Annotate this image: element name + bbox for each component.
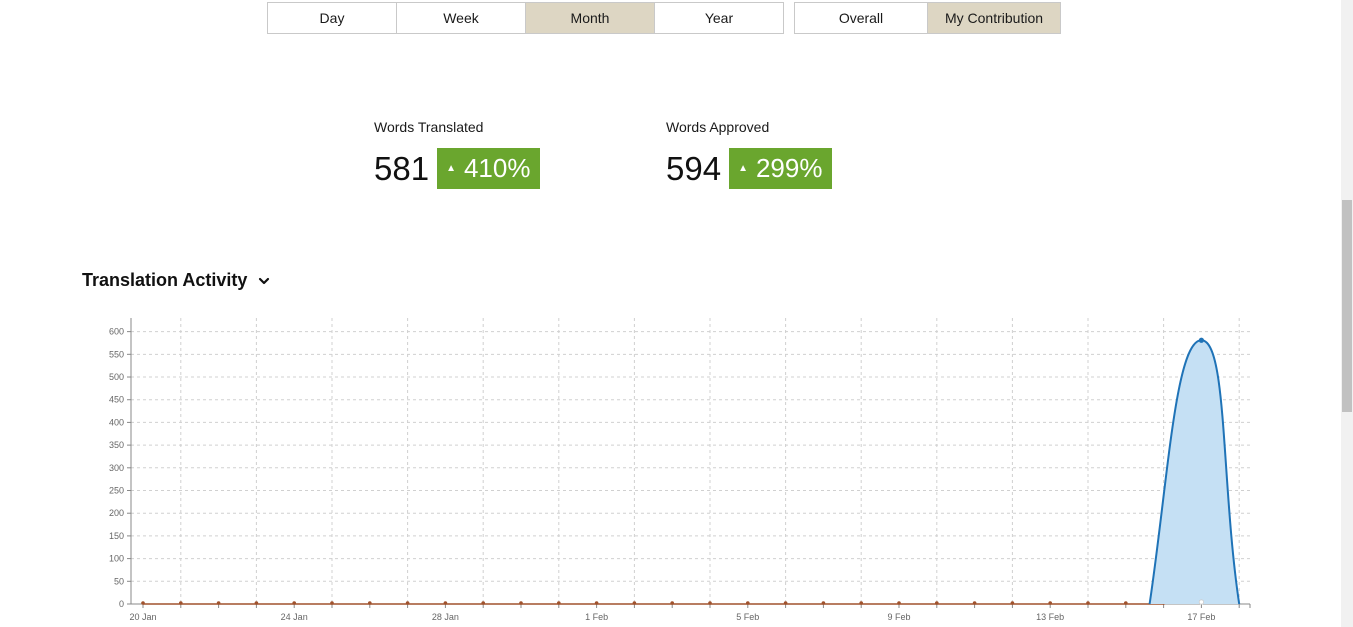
tab-week[interactable]: Week [397,3,526,33]
words-translated-change: 410% [463,153,531,183]
y-tick-label: 0 [119,599,124,609]
y-tick-label: 550 [109,349,124,359]
data-point [632,601,637,605]
y-tick-label: 500 [109,372,124,382]
data-point [368,601,372,605]
words-translated-row: 581 ▲ 410% [374,148,541,189]
words-approved-change: 299% [755,153,823,183]
y-tick-label: 150 [109,531,124,541]
scope-selector: Overall My Contribution [794,2,1061,34]
page: Day Week Month Year Overall My Contribut… [0,0,1353,627]
data-point-peak [1198,337,1204,343]
x-tick-label: 1 Feb [585,612,608,622]
data-point [859,601,863,605]
y-tick-label: 300 [109,463,124,473]
scrollbar-thumb[interactable] [1342,200,1352,412]
data-point [557,601,561,605]
data-point [254,601,259,605]
data-point [670,601,674,605]
words-approved-change-badge: ▲ 299% [729,148,833,189]
data-point [746,601,750,605]
data-point [897,601,901,605]
words-approved-label: Words Approved [666,119,770,135]
x-tick-label: 5 Feb [736,612,759,622]
x-tick-label: 24 Jan [281,612,308,622]
data-point [783,601,788,605]
data-point [330,601,334,605]
data-point [1124,601,1128,605]
data-point [1010,601,1015,605]
words-translated-value: 581 [374,150,430,187]
tab-my-contribution[interactable]: My Contribution [928,3,1060,33]
x-tick-label: 9 Feb [887,612,910,622]
x-tick-label: 20 Jan [129,612,156,622]
tab-month[interactable]: Month [526,3,655,33]
data-point [519,601,523,605]
y-tick-label: 200 [109,508,124,518]
data-point [972,601,977,605]
x-tick-label: 17 Feb [1187,612,1215,622]
data-point [821,601,826,605]
x-tick-label: 28 Jan [432,612,459,622]
y-tick-label: 400 [109,417,124,427]
tab-overall[interactable]: Overall [795,3,928,33]
y-tick-label: 50 [114,576,124,586]
y-tick-label: 450 [109,395,124,405]
chart-svg: 0 50 100 150 200 250 300 350 400 450 500 550 600 20 J… [109,318,1251,622]
data-point [179,601,183,605]
words-approved-stat: Words Approved 594 ▲ 299% [666,118,833,189]
translation-activity-chart: 0 50 100 150 200 250 300 350 400 450 500 550 600 20 J… [0,310,1300,627]
period-selector: Day Week Month Year [267,2,784,34]
section-title: Translation Activity [82,270,248,290]
y-tick-label: 350 [109,440,124,450]
trend-up-icon: ▲ [446,162,456,174]
data-point [708,601,712,605]
data-point [1198,599,1205,605]
words-translated-label: Words Translated [374,119,484,135]
data-point [216,601,221,605]
tab-year[interactable]: Year [655,3,783,33]
data-point [405,601,410,605]
words-translated-change-badge: ▲ 410% [437,148,541,189]
words-translated-stat: Words Translated 581 ▲ 410% [374,118,541,189]
data-point [292,601,297,605]
data-point [1086,601,1090,605]
y-tick-label: 600 [109,327,124,337]
data-point [443,601,448,605]
words-approved-value: 594 [666,150,722,187]
translation-activity-toggle[interactable]: Translation Activity [82,270,271,291]
y-tick-label: 250 [109,486,124,496]
data-point [594,601,599,605]
words-approved-row: 594 ▲ 299% [666,148,833,189]
vertical-scrollbar[interactable] [1341,0,1353,627]
data-point [481,601,486,605]
x-tick-label: 13 Feb [1036,612,1064,622]
tab-day[interactable]: Day [268,3,397,33]
trend-up-icon: ▲ [738,162,748,174]
y-tick-label: 100 [109,554,124,564]
data-point [935,601,939,605]
data-point [141,601,145,605]
data-point [1048,601,1052,605]
chevron-down-icon [259,277,270,284]
